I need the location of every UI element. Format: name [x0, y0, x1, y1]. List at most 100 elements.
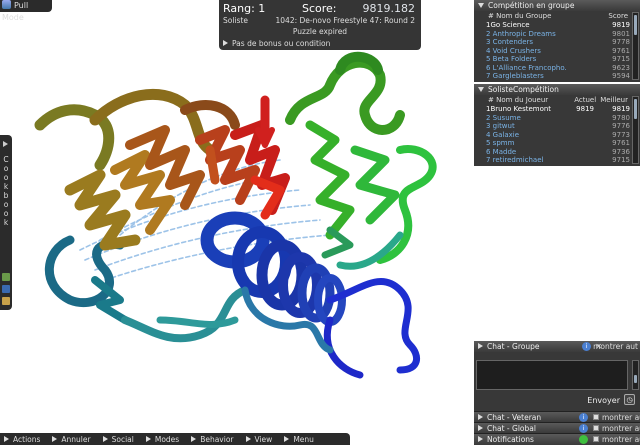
- show-all-label: montrer aut: [602, 435, 640, 444]
- chat-input[interactable]: [476, 360, 628, 390]
- menu-label: Annuler: [61, 434, 91, 444]
- score-panel: Rang: 1 Score: 9819.182 Soliste 1042: De…: [219, 0, 421, 50]
- player-row[interactable]: 2 Susume 9780: [486, 114, 630, 123]
- info-icon[interactable]: i: [582, 342, 591, 351]
- player-current: [566, 122, 594, 131]
- expand-arrow-icon: [478, 425, 483, 431]
- notification-status-icon[interactable]: [579, 435, 588, 444]
- menu-label: View: [254, 434, 273, 444]
- menu-annuler[interactable]: Annuler: [52, 434, 91, 444]
- expand-arrow-icon: [145, 435, 151, 442]
- expand-arrow-icon: [3, 141, 8, 147]
- group-row[interactable]: 3 Contenders 9778: [486, 38, 630, 47]
- player-current: 9819: [576, 105, 594, 113]
- group-row[interactable]: 2 Anthropic Dreams 9801: [486, 30, 630, 39]
- info-icon[interactable]: i: [579, 413, 588, 422]
- menu-actions[interactable]: Actions: [4, 435, 40, 444]
- group-row[interactable]: 4 Void Crushers 9761: [486, 47, 630, 56]
- expand-arrow-icon: [478, 343, 483, 349]
- group-scrollbar[interactable]: [632, 12, 639, 80]
- player-best: 9736: [612, 147, 630, 156]
- recipe-icon[interactable]: [2, 273, 10, 281]
- cookbook-letter: o: [3, 200, 9, 209]
- notifications-bar[interactable]: Notifications montrer aut: [474, 433, 640, 445]
- mode-text: Soliste: [223, 16, 248, 25]
- player-row[interactable]: 5 spmm 9761: [486, 139, 630, 148]
- player-name: 1Bruno Kestemont: [486, 105, 552, 113]
- group-name: 7 Gargleblasters: [486, 72, 544, 80]
- send-button[interactable]: Envoyer: [587, 396, 620, 405]
- chat-group-header[interactable]: Chat - Groupe i ✕ montrer aut: [474, 341, 640, 352]
- show-all-checkbox[interactable]: [593, 414, 599, 420]
- group-row[interactable]: 7 Gargleblasters 9594: [486, 72, 630, 81]
- menu-label: Behavior: [200, 434, 234, 444]
- cookbook-tab[interactable]: Cookbook: [0, 135, 12, 310]
- group-columns: # Nom du Groupe Score: [474, 11, 640, 20]
- clock-icon[interactable]: ◷: [624, 394, 635, 405]
- pull-mode-icon: [2, 0, 11, 9]
- chat-group-panel: Chat - Groupe i ✕ montrer aut Envoyer ◷: [474, 341, 640, 412]
- info-icon[interactable]: i: [579, 424, 588, 433]
- expand-arrow-icon: [4, 435, 9, 442]
- group-name: 5 Beta Folders: [486, 55, 537, 63]
- group-row[interactable]: 6 L'Alliance Francopho... 9623: [486, 64, 630, 73]
- player-row[interactable]: 6 Madde 9736: [486, 148, 630, 157]
- chat-scrollbar[interactable]: [632, 360, 639, 390]
- expand-arrow-icon: [102, 435, 108, 442]
- bonus-toggle[interactable]: Pas de bonus ou condition: [223, 39, 330, 48]
- cookbook-letter: k: [3, 182, 9, 191]
- player-row[interactable]: 3 gitwut 9776: [486, 122, 630, 131]
- player-current: [566, 131, 594, 140]
- cookbook-letter: b: [3, 191, 9, 200]
- group-competition-header[interactable]: Compétition en groupe: [474, 0, 640, 11]
- pull-mode-button[interactable]: Pull Mode: [0, 0, 52, 22]
- player-current: [566, 139, 594, 148]
- folder-icon[interactable]: [2, 297, 10, 305]
- menu-social[interactable]: Social: [102, 435, 134, 444]
- chat-group-title: Chat - Groupe: [487, 342, 540, 351]
- menu-view[interactable]: View: [245, 434, 273, 444]
- solo-competition-header[interactable]: SolisteCompétition: [474, 84, 640, 95]
- bonus-label: Pas de bonus ou condition: [232, 39, 331, 48]
- show-all-checkbox[interactable]: [593, 425, 599, 431]
- menu-label: Modes: [154, 434, 180, 444]
- group-name: 6 L'Alliance Francopho...: [486, 63, 566, 72]
- group-row[interactable]: 5 Beta Folders 9715: [486, 55, 630, 64]
- chat-veteran-bar[interactable]: Chat - Veteran imontrer aut: [474, 411, 640, 422]
- menu-menu[interactable]: Menu: [284, 435, 314, 444]
- col-player-name: # Nom du Joueur: [488, 96, 549, 104]
- backbone-green: [285, 57, 405, 135]
- group-row[interactable]: 1Go Science 9819: [486, 21, 630, 30]
- player-best: 9715: [612, 156, 630, 164]
- chat-global-bar[interactable]: Chat - Global imontrer aut: [474, 422, 640, 433]
- player-current: [566, 148, 594, 157]
- menu-behavior[interactable]: Behavior: [191, 434, 234, 444]
- player-row[interactable]: 1Bruno Kestemont 9819 9819: [486, 105, 630, 114]
- group-score: 9819: [612, 21, 630, 29]
- group-name: 2 Anthropic Dreams: [486, 29, 556, 38]
- show-all-checkbox[interactable]: [593, 436, 599, 442]
- group-name: 1Go Science: [486, 21, 530, 29]
- col-best: Meilleur: [600, 96, 628, 104]
- menu-label: Actions: [13, 434, 41, 444]
- expand-arrow-icon: [245, 435, 251, 442]
- recipe-icon[interactable]: [2, 285, 10, 293]
- chat-global-title: Chat - Global: [487, 424, 536, 433]
- expand-arrow-icon: [284, 435, 290, 442]
- player-row[interactable]: 7 retiredmichael 9715: [486, 156, 630, 165]
- menu-label: Menu: [293, 434, 314, 444]
- cookbook-letter: C: [3, 155, 9, 164]
- menu-modes[interactable]: Modes: [145, 434, 180, 444]
- collapse-arrow-icon: [478, 87, 484, 92]
- player-current: [566, 156, 594, 165]
- solo-scrollbar[interactable]: [632, 96, 639, 164]
- player-row[interactable]: 4 Galaxie 9773: [486, 131, 630, 140]
- show-all-label: montrer aut: [593, 342, 638, 351]
- group-score: 9715: [612, 55, 630, 63]
- expand-arrow-icon: [478, 414, 483, 420]
- col-group-name: # Nom du Groupe: [488, 12, 552, 20]
- col-current: Actuel: [574, 96, 597, 104]
- cookbook-label: Cookbook: [2, 155, 10, 227]
- cookbook-letter: o: [3, 164, 9, 173]
- collapse-arrow-icon: [478, 3, 484, 8]
